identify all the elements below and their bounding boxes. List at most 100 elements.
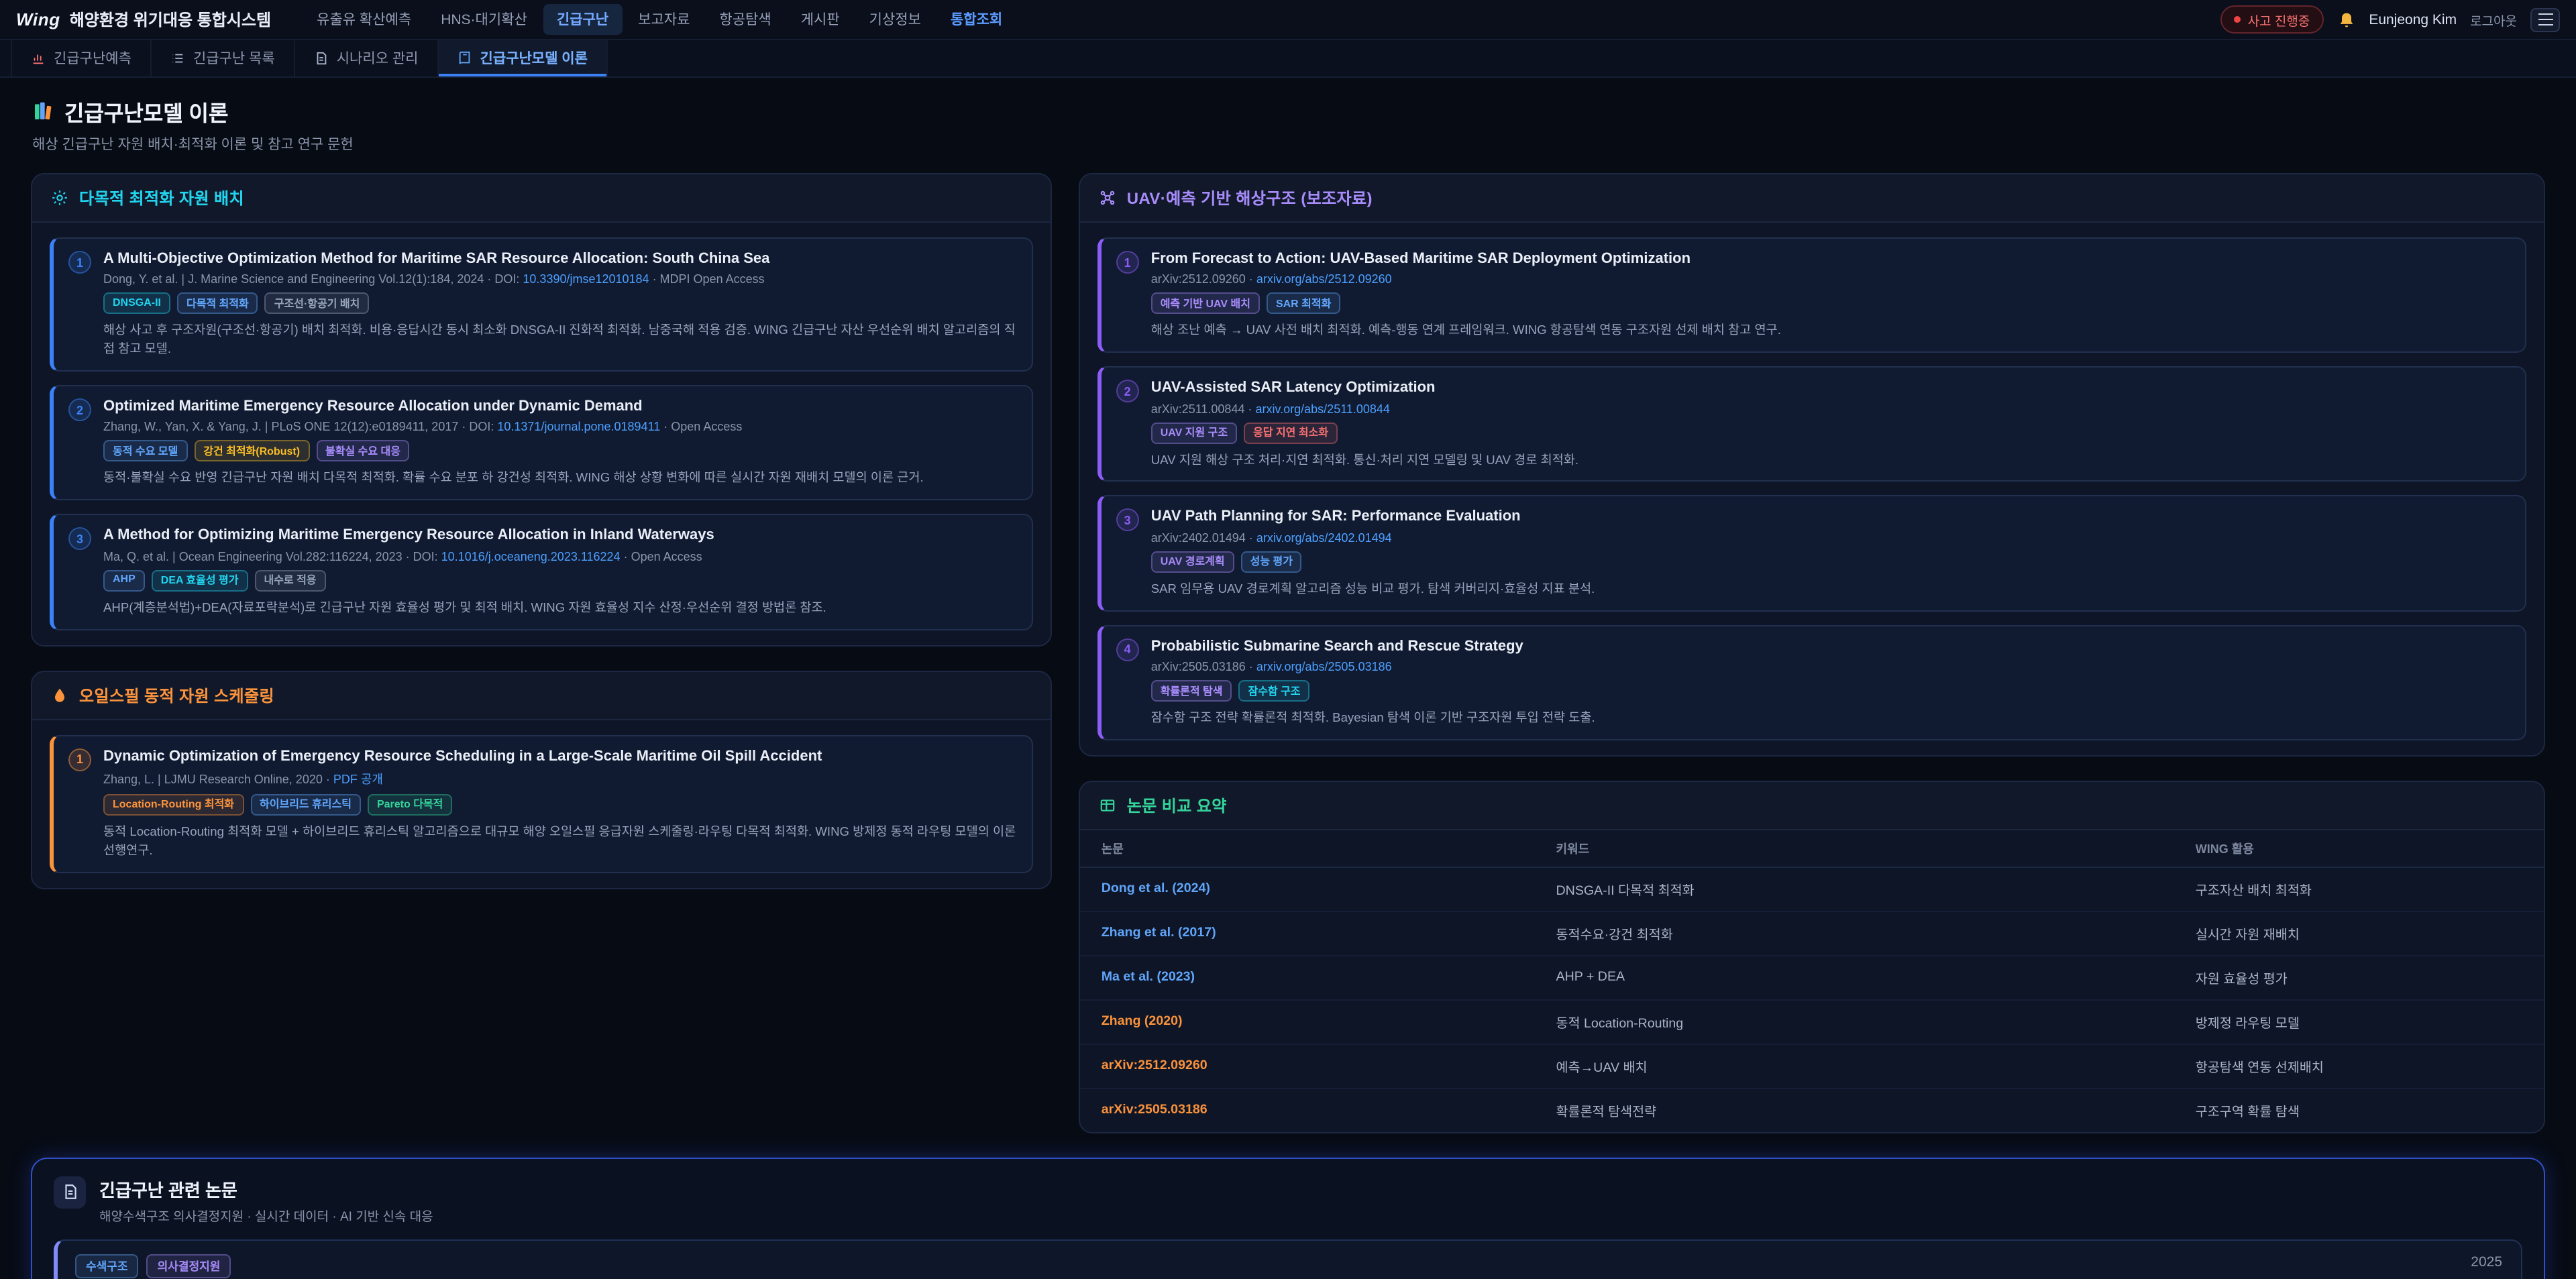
paper-arxiv-link[interactable]: arxiv.org/abs/2512.09260: [1256, 273, 1392, 286]
topbar-right: 사고 진행중 Eunjeong Kim 로그아웃: [2221, 5, 2560, 34]
column-header-keywords: 키워드: [1556, 840, 2196, 857]
nav-item-weather[interactable]: 기상정보: [856, 4, 934, 35]
card-related-papers: 긴급구난 관련 논문 해양수색구조 의사결정지원 · 실시간 데이터 · AI …: [31, 1158, 2545, 1279]
tab-rescue-prediction[interactable]: 긴급구난예측: [11, 40, 152, 76]
nav-item-reports[interactable]: 보고자료: [625, 4, 703, 35]
notification-bell-icon[interactable]: [2337, 10, 2355, 29]
paper-pdf-link[interactable]: PDF 공개: [333, 773, 383, 786]
paper-arxiv-id: arXiv:2505.03186 ·: [1151, 660, 1256, 673]
user-name: Eunjeong Kim: [2369, 11, 2457, 27]
nav-item-board[interactable]: 게시판: [788, 4, 853, 35]
paper-description: 해상 조난 예측 → UAV 사전 배치 최적화. 예측-행동 연계 프레임워크…: [1151, 323, 2510, 341]
paper-title: A Multi-Objective Optimization Method fo…: [103, 249, 1017, 269]
tab-rescue-model-theory[interactable]: 긴급구난모델 이론: [439, 40, 608, 76]
paper-body: From Forecast to Action: UAV-Based Marit…: [1151, 249, 2510, 341]
related-header: 긴급구난 관련 논문 해양수색구조 의사결정지원 · 실시간 데이터 · AI …: [54, 1176, 2522, 1225]
tab-scenario-management[interactable]: 시나리오 관리: [295, 40, 439, 76]
tag: 내수로 적용: [254, 569, 325, 591]
page-subtitle: 해상 긴급구난 자원 배치·최적화 이론 및 참고 연구 문헌: [32, 134, 2544, 154]
tag: DNSGA-II: [103, 293, 170, 315]
paper-authors: Zhang, L. | LJMU Research Online, 2020 ·: [103, 773, 333, 786]
wing-usage-cell: 항공탐색 연동 선제배치: [2196, 1057, 2522, 1076]
paper-title: Dynamic Optimization of Emergency Resour…: [103, 746, 1017, 766]
card-header: 논문 비교 요약: [1080, 782, 2544, 830]
nav-item-hns[interactable]: HNS·대기확산: [427, 4, 541, 35]
paper-body: A Multi-Objective Optimization Method fo…: [103, 249, 1017, 359]
paper-title: UAV Path Planning for SAR: Performance E…: [1151, 508, 2510, 527]
tag: Location-Routing 최적화: [103, 794, 244, 816]
tag: UAV 경로계획: [1151, 551, 1234, 573]
card-title: 다목적 최적화 자원 배치: [79, 186, 244, 209]
document-icon: [61, 1184, 78, 1201]
card-oilspill-scheduling: 오일스필 동적 자원 스케줄링 1 Dynamic Optimization o…: [31, 670, 1052, 889]
card-title: 오일스필 동적 자원 스케줄링: [79, 683, 274, 706]
card-title: UAV·예측 기반 해상구조 (보조자료): [1127, 186, 1373, 209]
wing-usage-cell: 실시간 자원 재배치: [2196, 924, 2522, 943]
card-body: 1 From Forecast to Action: UAV-Based Mar…: [1080, 223, 2544, 755]
table-row: Zhang (2020) 동적 Location-Routing 방제정 라우팅…: [1080, 1001, 2544, 1045]
paper-body: UAV-Assisted SAR Latency Optimization ar…: [1151, 378, 2510, 469]
column-header-paper: 논문: [1102, 840, 1556, 857]
paper-doi-link[interactable]: 10.3390/jmse12010184: [523, 273, 649, 286]
paper-meta-suffix: · Open Access: [621, 549, 702, 563]
list-icon: [170, 51, 185, 66]
tab-label: 긴급구난예측: [54, 48, 131, 68]
paper-number: 3: [1116, 509, 1139, 532]
paper-meta: arXiv:2512.09260 · arxiv.org/abs/2512.09…: [1151, 273, 2510, 286]
card-header: UAV·예측 기반 해상구조 (보조자료): [1080, 174, 2544, 223]
paper-doi-link[interactable]: 10.1016/j.oceaneng.2023.116224: [441, 549, 621, 563]
tab-label: 긴급구난 목록: [193, 48, 275, 68]
keywords-cell: 동적 Location-Routing: [1556, 1013, 2196, 1032]
tag: UAV 지원 구조: [1151, 422, 1237, 443]
entry-tags: 수색구조 의사결정지원: [75, 1254, 2504, 1278]
paper-meta: arXiv:2511.00844 · arxiv.org/abs/2511.00…: [1151, 402, 2510, 415]
paper-tags: 확률론적 탐색 잠수함 구조: [1151, 680, 2510, 702]
hamburger-menu-button[interactable]: [2530, 7, 2560, 32]
paper-tags: DNSGA-II 다목적 최적화 구조선·항공기 배치: [103, 293, 1017, 315]
tag: 수색구조: [75, 1254, 139, 1278]
paper-doi-link[interactable]: 10.1371/journal.pone.0189411: [497, 421, 660, 434]
paper-title: Optimized Maritime Emergency Resource Al…: [103, 397, 1017, 416]
nav-item-oil-spill[interactable]: 유출유 확산예측: [303, 4, 425, 35]
keywords-cell: AHP + DEA: [1556, 970, 2196, 985]
card-paper-comparison: 논문 비교 요약 논문 키워드 WING 활용 Dong et al. (202…: [1079, 781, 2545, 1133]
paper-item: 1 From Forecast to Action: UAV-Based Mar…: [1097, 237, 2526, 353]
paper-number: 2: [68, 398, 91, 421]
column-header-wing: WING 활용: [2196, 840, 2522, 857]
paper-link[interactable]: Ma et al. (2023): [1102, 970, 1556, 985]
left-column: 다목적 최적화 자원 배치 1 A Multi-Objective Optimi…: [31, 173, 1052, 889]
paper-title: A Method for Optimizing Maritime Emergen…: [103, 526, 1017, 546]
card-header: 오일스필 동적 자원 스케줄링: [32, 671, 1051, 720]
nav-item-emergency-rescue[interactable]: 긴급구난: [543, 4, 622, 35]
paper-meta: arXiv:2505.03186 · arxiv.org/abs/2505.03…: [1151, 660, 2510, 673]
comparison-table: 논문 키워드 WING 활용 Dong et al. (2024) DNSGA-…: [1080, 830, 2544, 1132]
table-row: Dong et al. (2024) DNSGA-II 다목적 최적화 구조자산…: [1080, 868, 2544, 912]
table-header-row: 논문 키워드 WING 활용: [1080, 830, 2544, 868]
paper-tags: Location-Routing 최적화 하이브리드 휴리스틱 Pareto 다…: [103, 794, 1017, 816]
nav-item-integrated-search[interactable]: 통합조회: [937, 4, 1016, 35]
paper-arxiv-link[interactable]: arxiv.org/abs/2511.00844: [1255, 402, 1390, 415]
paper-title: From Forecast to Action: UAV-Based Marit…: [1151, 249, 2510, 269]
paper-title: Probabilistic Submarine Search and Rescu…: [1151, 636, 2510, 656]
paper-body: Optimized Maritime Emergency Resource Al…: [103, 397, 1017, 488]
wing-usage-cell: 구조구역 확률 탐색: [2196, 1101, 2522, 1120]
paper-link[interactable]: Zhang et al. (2017): [1102, 926, 1556, 941]
paper-description: AHP(계층분석법)+DEA(자료포락분석)로 긴급구난 자원 효율성 평가 및…: [103, 599, 1017, 618]
paper-authors: Zhang, W., Yan, X. & Yang, J. | PLoS ONE…: [103, 421, 497, 434]
paper-arxiv-link[interactable]: arxiv.org/abs/2402.01494: [1256, 531, 1392, 545]
paper-link[interactable]: arXiv:2505.03186: [1102, 1103, 1556, 1118]
logout-button[interactable]: 로그아웃: [2470, 10, 2517, 29]
drone-icon: [1099, 189, 1116, 207]
nav-item-aerial-search[interactable]: 항공탐색: [706, 4, 784, 35]
books-icon: [32, 101, 54, 122]
paper-body: UAV Path Planning for SAR: Performance E…: [1151, 508, 2510, 599]
paper-arxiv-link[interactable]: arxiv.org/abs/2505.03186: [1256, 660, 1392, 673]
incident-status-badge[interactable]: 사고 진행중: [2221, 5, 2324, 34]
paper-link[interactable]: arXiv:2512.09260: [1102, 1059, 1556, 1074]
paper-tags: UAV 지원 구조 응답 지연 최소화: [1151, 422, 2510, 443]
paper-link[interactable]: Dong et al. (2024): [1102, 882, 1556, 897]
paper-item: 4 Probabilistic Submarine Search and Res…: [1097, 624, 2526, 740]
tab-rescue-list[interactable]: 긴급구난 목록: [152, 40, 295, 76]
paper-number: 3: [68, 528, 91, 551]
paper-link[interactable]: Zhang (2020): [1102, 1015, 1556, 1030]
